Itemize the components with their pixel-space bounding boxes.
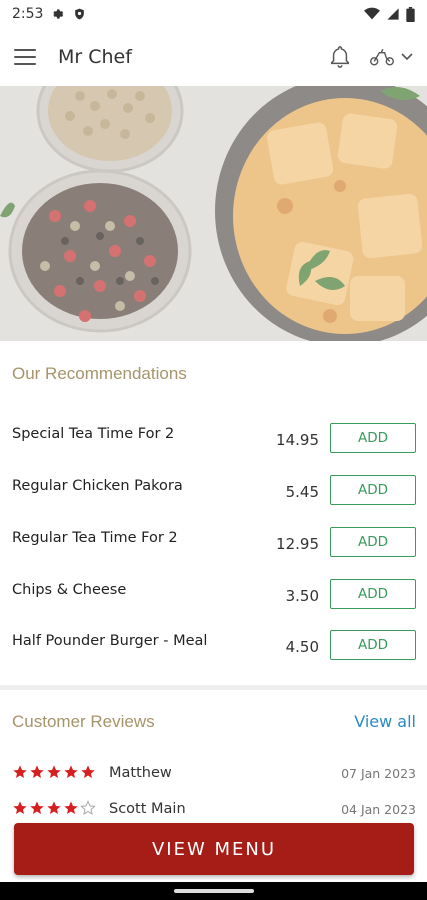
status-bar: 2:53	[0, 0, 427, 28]
reviewer-name: Scott Main	[109, 801, 186, 817]
review-row: Matthew 07 Jan 2023	[12, 764, 416, 788]
star-filled-icon	[47, 801, 61, 814]
add-button[interactable]: ADD	[330, 630, 416, 660]
add-button[interactable]: ADD	[330, 527, 416, 557]
reviews-title: Customer Reviews	[12, 712, 155, 731]
item-price: 14.95	[276, 431, 319, 449]
item-price: 12.95	[276, 535, 319, 553]
review-row: Scott Main 04 Jan 2023	[12, 800, 416, 824]
shield-icon	[75, 8, 85, 20]
service-toggle[interactable]	[369, 47, 413, 67]
star-filled-icon	[30, 801, 44, 814]
star-filled-icon	[30, 765, 44, 778]
add-button[interactable]: ADD	[330, 579, 416, 609]
recommendation-row: Half Pounder Burger - Meal 4.50 ADD	[0, 628, 427, 668]
star-filled-icon	[81, 765, 95, 778]
item-name: Special Tea Time For 2	[12, 426, 175, 442]
status-right	[364, 6, 415, 22]
delivery-scooter-icon	[370, 48, 394, 66]
recommendation-row: Regular Tea Time For 2 12.95 ADD	[0, 525, 427, 565]
item-name: Regular Chicken Pakora	[12, 478, 183, 494]
item-name: Half Pounder Burger - Meal	[12, 633, 208, 649]
star-filled-icon	[64, 765, 78, 778]
hamburger-menu-icon[interactable]	[14, 49, 36, 65]
app-bar: Mr Chef	[0, 28, 427, 86]
review-date: 04 Jan 2023	[341, 802, 416, 817]
add-button[interactable]: ADD	[330, 423, 416, 453]
star-filled-icon	[64, 801, 78, 814]
home-gesture-handle[interactable]	[174, 889, 254, 893]
star-rating	[12, 764, 96, 780]
hero-food-image	[0, 86, 427, 341]
chevron-down-icon	[401, 53, 413, 61]
view-all-reviews-link[interactable]: View all	[354, 712, 416, 731]
recommendations-title: Our Recommendations	[12, 364, 187, 383]
star-filled-icon	[47, 765, 61, 778]
hero-illustration	[0, 86, 427, 341]
star-empty-icon	[80, 800, 96, 816]
recommendation-row: Regular Chicken Pakora 5.45 ADD	[0, 473, 427, 513]
cell-signal-icon	[387, 8, 399, 20]
recommendation-row: Chips & Cheese 3.50 ADD	[0, 577, 427, 617]
settings-gear-icon	[53, 9, 64, 19]
status-left: 2:53	[12, 6, 86, 22]
notification-bell-icon[interactable]	[329, 45, 351, 69]
review-date: 07 Jan 2023	[341, 766, 416, 781]
reviewer-name: Matthew	[109, 765, 172, 781]
item-name: Regular Tea Time For 2	[12, 530, 178, 546]
section-divider	[0, 685, 427, 690]
add-button[interactable]: ADD	[330, 475, 416, 505]
wifi-icon	[364, 7, 380, 20]
item-price: 5.45	[285, 483, 319, 501]
view-menu-button[interactable]: VIEW MENU	[14, 823, 414, 875]
star-filled-icon	[13, 801, 27, 814]
battery-icon	[406, 6, 415, 22]
star-filled-icon	[13, 765, 27, 778]
status-time: 2:53	[12, 6, 44, 22]
recommendation-row: Special Tea Time For 2 14.95 ADD	[0, 421, 427, 461]
app-title: Mr Chef	[58, 46, 132, 68]
item-price: 3.50	[285, 587, 319, 605]
star-rating	[12, 800, 96, 816]
system-nav-bar	[0, 882, 427, 900]
item-price: 4.50	[285, 638, 319, 656]
item-name: Chips & Cheese	[12, 582, 127, 598]
